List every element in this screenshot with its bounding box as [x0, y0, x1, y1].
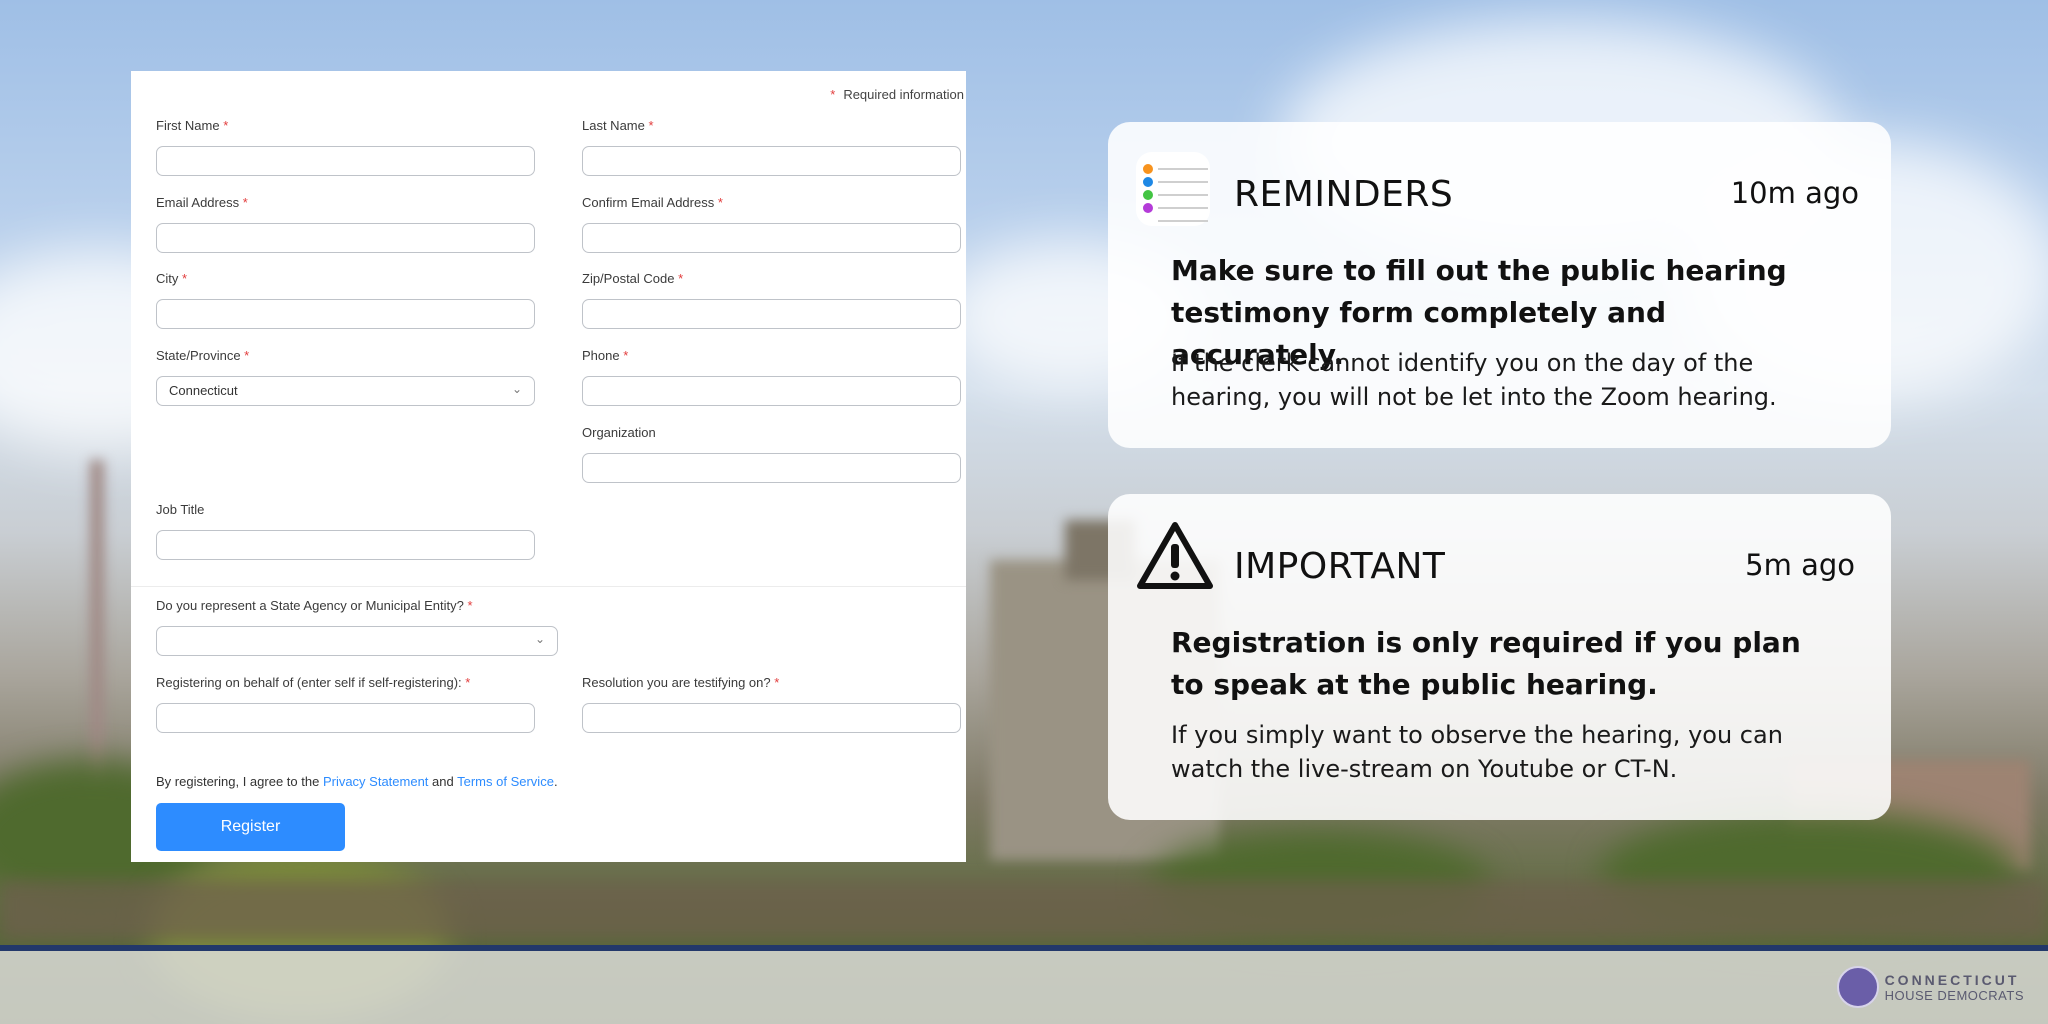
chevron-down-icon: ⌄ [511, 382, 522, 396]
registration-form: * Required information First Name * Last … [131, 71, 966, 862]
reminders-list-icon [1136, 152, 1210, 226]
resolution-input[interactable] [582, 703, 961, 733]
notification-time: 5m ago [1745, 548, 1855, 582]
phone-input[interactable] [582, 376, 961, 406]
confirm-email-label: Confirm Email Address [582, 195, 715, 210]
last-name-field: Last Name * [582, 118, 961, 176]
job-title-input[interactable] [156, 530, 535, 560]
organization-field: Organization [582, 425, 961, 483]
section-divider [131, 586, 966, 587]
footer-strip [0, 951, 2048, 1024]
terms-of-service-link[interactable]: Terms of Service [457, 774, 554, 789]
phone-label: Phone [582, 348, 620, 363]
phone-field: Phone * [582, 348, 961, 406]
register-button[interactable]: Register [156, 803, 345, 851]
state-select[interactable]: Connecticut ⌄ [156, 376, 535, 406]
resolution-label: Resolution you are testifying on? [582, 675, 771, 690]
notification-app-name: IMPORTANT [1234, 546, 1446, 587]
city-field: City * [156, 271, 535, 329]
agency-select[interactable]: ⌄ [156, 626, 558, 656]
zip-input[interactable] [582, 299, 961, 329]
first-name-field: First Name * [156, 118, 535, 176]
notification-headline: Registration is only required if you pla… [1171, 626, 1801, 701]
agency-question-field: Do you represent a State Agency or Munic… [156, 598, 558, 656]
resolution-field: Resolution you are testifying on? * [582, 675, 961, 733]
last-name-label: Last Name [582, 118, 645, 133]
logo-line-2: HOUSE DEMOCRATS [1884, 987, 2024, 1003]
behalf-input[interactable] [156, 703, 535, 733]
notification-body: If you simply want to observe the hearin… [1171, 721, 1783, 783]
agency-question-label: Do you represent a State Agency or Munic… [156, 598, 464, 613]
notification-app-name: REMINDERS [1234, 174, 1454, 215]
notification-time: 10m ago [1730, 176, 1859, 210]
job-title-field: Job Title [156, 502, 535, 560]
state-field: State/Province * Connecticut ⌄ [156, 348, 535, 406]
logo-line-1: CONNECTICUT [1884, 971, 2020, 988]
notification-body: If the clerk cannot identify you on the … [1171, 349, 1777, 411]
privacy-statement-link[interactable]: Privacy Statement [323, 774, 429, 789]
state-seal-icon [1836, 966, 1879, 1008]
city-label: City [156, 271, 179, 286]
warning-triangle-icon [1136, 520, 1213, 594]
email-field: Email Address * [156, 195, 535, 253]
behalf-label: Registering on behalf of (enter self if … [156, 675, 462, 690]
confirm-email-field: Confirm Email Address * [582, 195, 961, 253]
job-title-label: Job Title [156, 502, 205, 517]
email-input[interactable] [156, 223, 535, 253]
state-label: State/Province [156, 348, 241, 363]
last-name-input[interactable] [582, 146, 961, 176]
state-selected-value: Connecticut [169, 383, 238, 398]
important-notification: IMPORTANT 5m ago Registration is only re… [1108, 494, 1891, 820]
zip-label: Zip/Postal Code [582, 271, 675, 286]
required-info-note: * Required information [830, 87, 964, 102]
first-name-label: First Name [156, 118, 220, 133]
zip-field: Zip/Postal Code * [582, 271, 961, 329]
behalf-field: Registering on behalf of (enter self if … [156, 675, 535, 733]
confirm-email-input[interactable] [582, 223, 961, 253]
email-label: Email Address [156, 195, 240, 210]
chevron-down-icon: ⌄ [534, 632, 545, 646]
terms-agreement-text: By registering, I agree to the Privacy S… [156, 774, 558, 789]
organization-input[interactable] [582, 453, 961, 483]
reminders-notification: REMINDERS 10m ago Make sure to fill out … [1108, 122, 1891, 448]
ct-house-democrats-logo: CONNECTICUT HOUSE DEMOCRATS [1836, 966, 2024, 1008]
city-input[interactable] [156, 299, 535, 329]
first-name-input[interactable] [156, 146, 535, 176]
organization-label: Organization [582, 425, 656, 440]
